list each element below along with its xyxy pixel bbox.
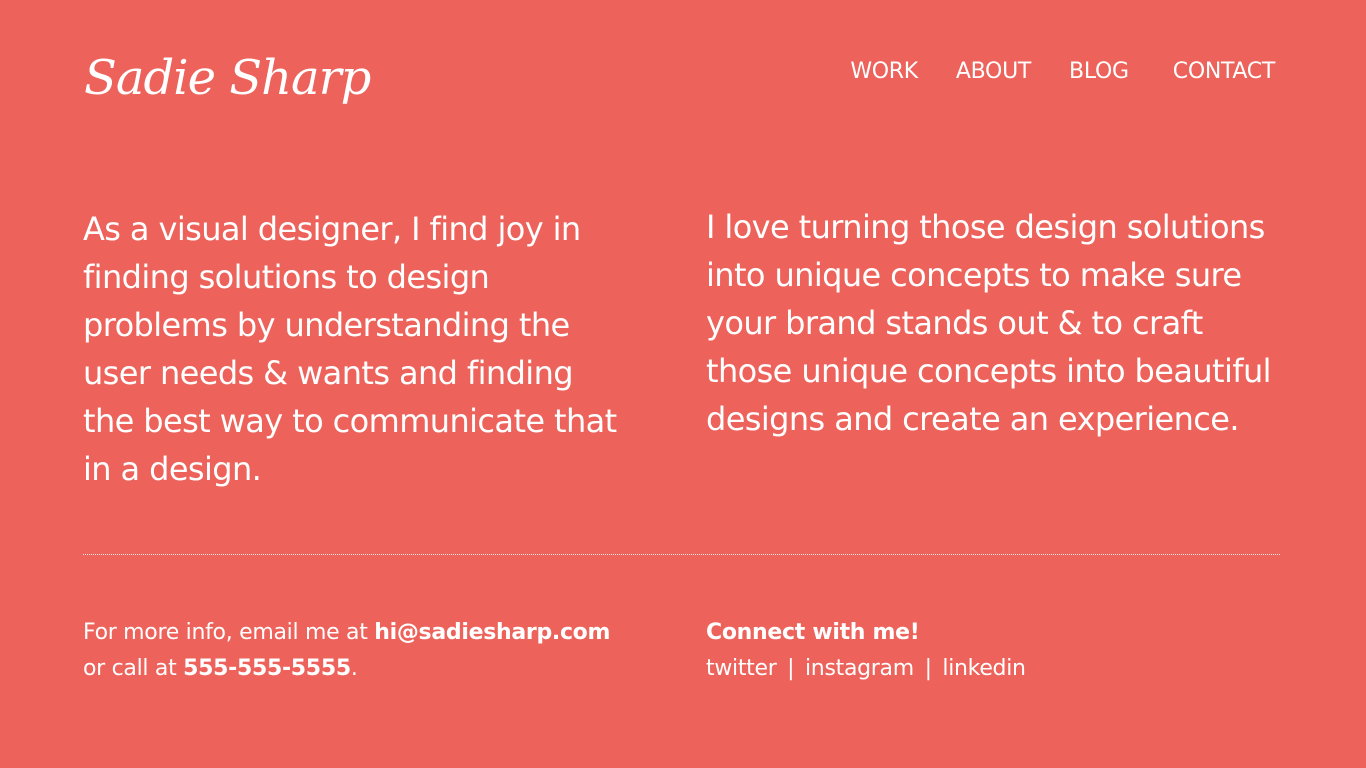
intro-text-right: I love turning those design solutions in… — [706, 208, 1272, 438]
nav-about[interactable]: ABOUT — [956, 58, 1031, 86]
twitter-link[interactable]: twitter — [706, 656, 777, 681]
site-logo[interactable]: Sadie Sharp — [84, 52, 371, 105]
section-divider — [83, 554, 1280, 555]
social-separator: | — [924, 656, 932, 681]
phone-number[interactable]: 555-555-5555 — [183, 656, 351, 681]
nav-work[interactable]: WORK — [850, 58, 918, 86]
instagram-link[interactable]: instagram — [805, 656, 914, 681]
email-address[interactable]: hi@sadiesharp.com — [374, 620, 610, 645]
contact-info: For more info, email me at hi@sadiesharp… — [83, 615, 610, 687]
nav-contact[interactable]: CONTACT — [1173, 58, 1276, 86]
intro-text-left: As a visual designer, I find joy in find… — [83, 210, 617, 488]
nav-blog[interactable]: BLOG — [1069, 58, 1129, 86]
linkedin-link[interactable]: linkedin — [942, 656, 1026, 681]
social-section: Connect with me! twitter | instagram | l… — [706, 615, 1026, 687]
email-line: For more info, email me at hi@sadiesharp… — [83, 615, 610, 651]
social-separator: | — [787, 656, 795, 681]
connect-heading: Connect with me! — [706, 620, 920, 645]
email-prefix: For more info, email me at — [83, 620, 375, 645]
main-nav: WORK ABOUT BLOG CONTACT — [850, 58, 1275, 86]
social-links: twitter | instagram | linkedin — [706, 651, 1026, 687]
phone-line: or call at 555-555-5555. — [83, 651, 610, 687]
phone-prefix: or call at — [83, 656, 184, 681]
phone-suffix: . — [350, 656, 358, 681]
